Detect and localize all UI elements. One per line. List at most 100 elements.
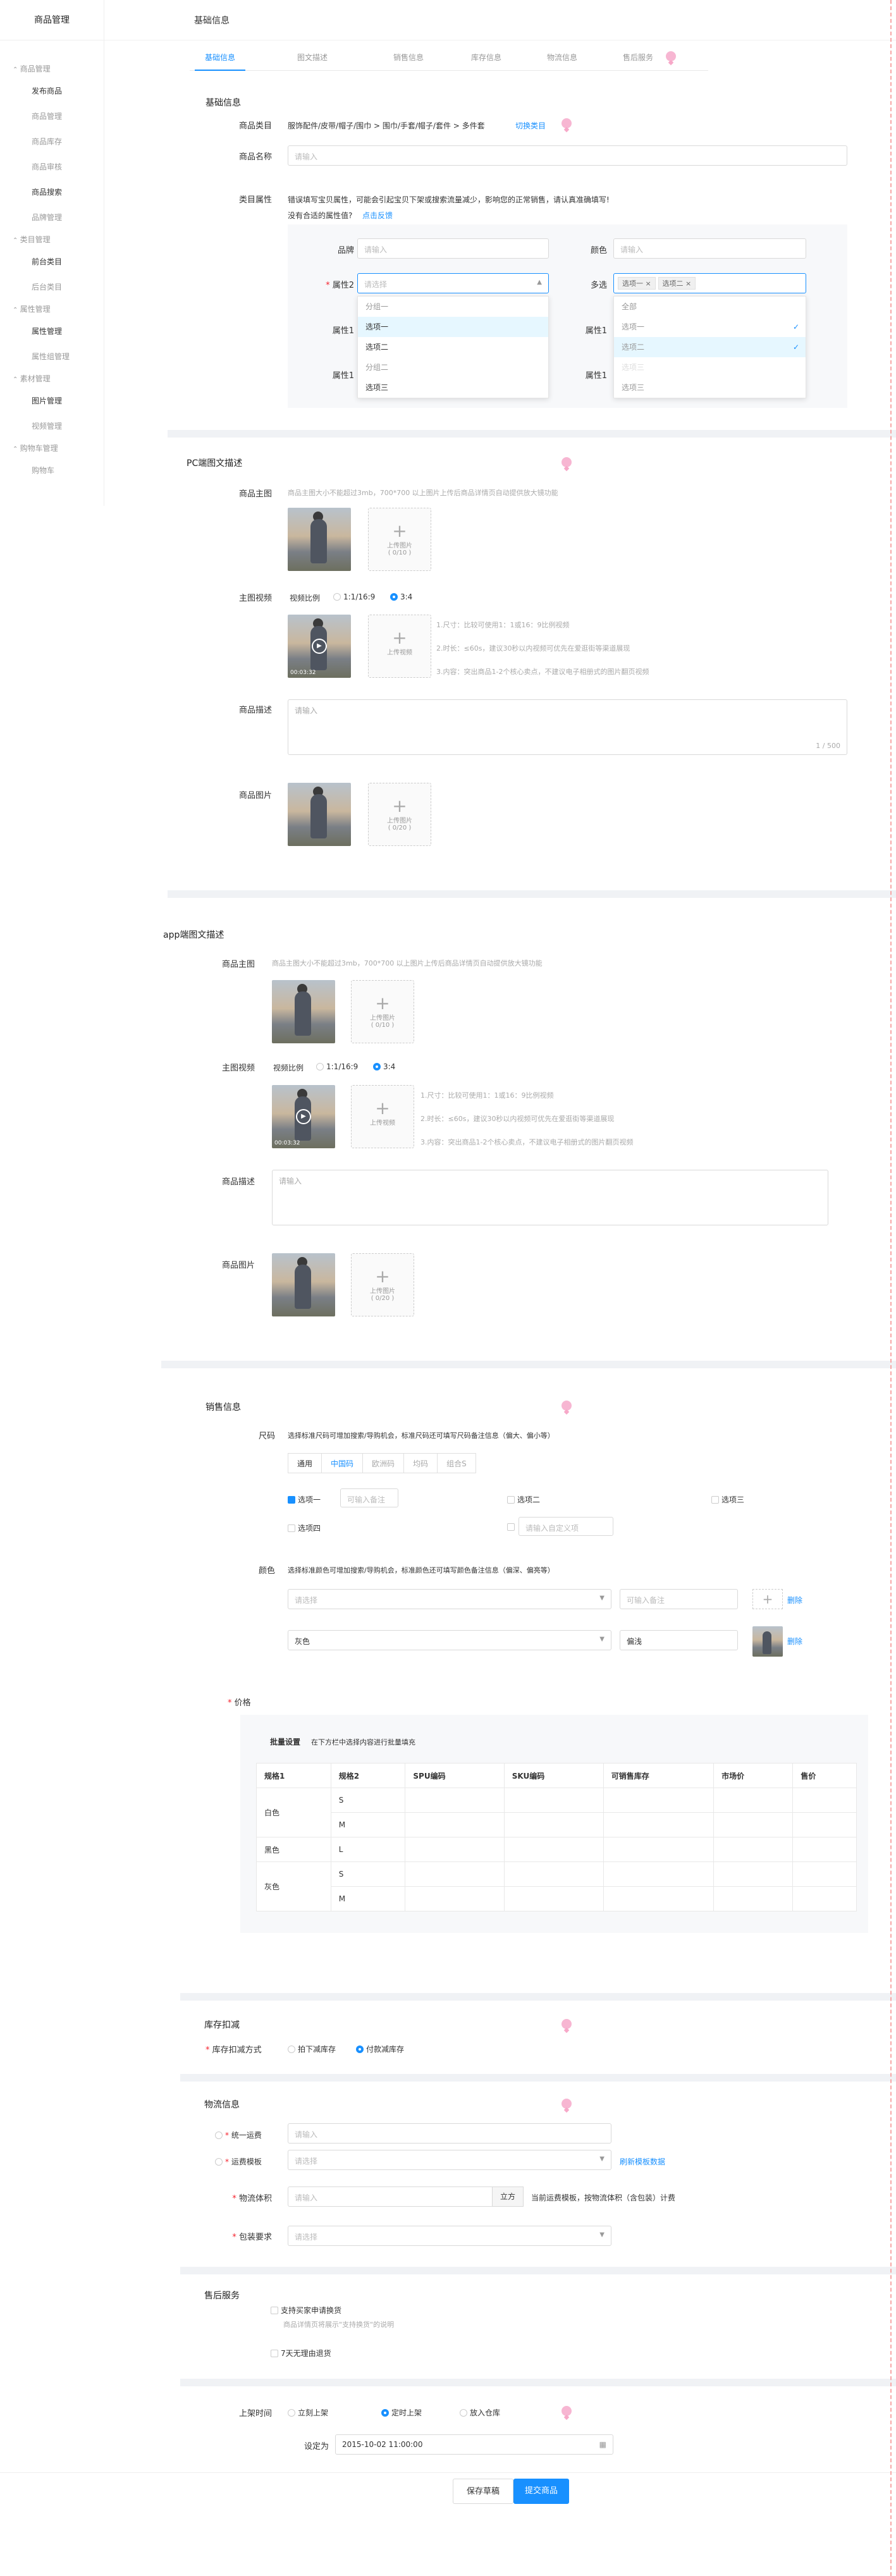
tab-sales[interactable]: 销售信息 [393,52,424,63]
video-thumbnail[interactable]: ▶ 00:03:32 [288,615,351,678]
return-option[interactable]: 7天无理由退货 [271,2348,331,2358]
sidebar-item-back-category[interactable]: 后台类目 [0,274,104,300]
color-note-input[interactable]: 可输入备注 [620,1589,738,1609]
color-note-filled[interactable]: 偏浅 [620,1630,738,1650]
freight-option[interactable]: 统一运费 [215,2130,262,2140]
save-draft-button[interactable]: 保存草稿 [453,2479,513,2504]
custom-option-input[interactable]: 请输入自定义项 [519,1517,613,1536]
switch-category-link[interactable]: 切换类目 [515,120,546,131]
pc-img-upload[interactable]: + 上传图片( 0/20 ) [368,783,431,846]
sidebar-item-cart[interactable]: 购物车 [0,458,104,483]
sku-cell[interactable] [503,1812,604,1837]
color-attr-input[interactable]: 请输入 [613,238,806,259]
sidebar-item-video[interactable]: 视频管理 [0,414,104,439]
delete-color-link[interactable]: 删除 [787,1595,802,1605]
pc-desc-textarea[interactable]: 请输入 1 / 500 [288,699,847,755]
spu-cell[interactable] [405,1886,505,1911]
dropdown-option[interactable]: 选项一 ✓ [614,317,806,337]
sku-cell[interactable] [503,1837,604,1862]
sidebar-group-material[interactable]: 素材管理 [0,369,104,388]
color-select[interactable]: 请选择 ▼ [288,1589,611,1609]
sidebar-group-attr[interactable]: 属性管理 [0,300,104,319]
exchange-option[interactable]: 支持买家申请换货 [271,2305,341,2315]
stock-cell[interactable] [603,1812,715,1837]
tab-logistics[interactable]: 物流信息 [547,52,577,63]
app-ratio-option-a[interactable]: 1:1/16:9 [316,1062,358,1071]
shelf-option-a[interactable]: 立刻上架 [288,2407,328,2418]
product-thumbnail[interactable] [288,508,351,571]
stock-cell[interactable] [603,1861,715,1887]
app-main-upload[interactable]: + 上传图片( 0/10 ) [351,980,414,1043]
size-tab[interactable]: 均码 [404,1454,438,1473]
attr2-select[interactable]: 请选择 ▲ [357,273,549,293]
tab-aftersale[interactable]: 售后服务 [623,52,653,63]
freight-input[interactable]: 请输入 [288,2123,611,2144]
pc-ratio-option-b[interactable]: 3:4 [390,592,412,601]
size-tab[interactable]: 通用 [288,1454,322,1473]
spu-cell[interactable] [405,1837,505,1862]
size-tab[interactable]: 欧洲码 [363,1454,405,1473]
product-name-input[interactable]: 请输入 [288,145,847,166]
tab-basic[interactable]: 基础信息 [205,52,235,63]
tab-stock[interactable]: 库存信息 [471,52,501,63]
dropdown-option[interactable]: 选项三 [358,377,548,398]
delete-color-link[interactable]: 删除 [787,1636,802,1647]
datetime-picker[interactable]: 2015-10-02 11:00:00 ▦ [335,2434,613,2455]
price-cell[interactable] [792,1861,857,1887]
multi-tag[interactable]: 选项二 × [658,277,696,290]
size-option[interactable]: 选项一 [288,1494,321,1505]
attr-feedback-link[interactable]: 点击反馈 [362,210,393,221]
sku-cell[interactable] [503,1788,604,1813]
dropdown-option[interactable]: 选项三 [614,357,806,377]
market-price-cell[interactable] [713,1812,794,1837]
spu-cell[interactable] [405,1812,505,1837]
multi-tag[interactable]: 选项一 × [618,277,656,290]
app-video-upload[interactable]: + 上传视频 [351,1085,414,1148]
sidebar-item-attr[interactable]: 属性管理 [0,319,104,344]
sidebar-group-goods[interactable]: 商品管理 [0,59,104,78]
submit-button[interactable]: 提交商品 [513,2479,569,2504]
size-tab[interactable]: 中国码 [322,1454,364,1473]
size-note-input[interactable]: 可输入备注 [340,1488,398,1507]
sku-cell[interactable] [503,1861,604,1887]
size-option[interactable]: 选项二 [507,1494,540,1505]
market-price-cell[interactable] [713,1837,794,1862]
pc-main-upload[interactable]: + 上传图片( 0/10 ) [368,508,431,571]
color-swatch-image[interactable] [752,1626,783,1657]
volume-input[interactable]: 请输入 [288,2187,493,2207]
sku-cell[interactable] [503,1886,604,1911]
sidebar-item-attr-group[interactable]: 属性组管理 [0,344,104,369]
pack-select[interactable]: 请选择 ▼ [288,2226,611,2246]
brand-input[interactable]: 请输入 [357,238,549,259]
price-cell[interactable] [792,1837,857,1862]
sidebar-item-front-category[interactable]: 前台类目 [0,249,104,274]
sidebar-item-brand[interactable]: 品牌管理 [0,205,104,230]
template-select[interactable]: 请选择 ▼ [288,2150,611,2170]
template-option[interactable]: 运费模板 [215,2156,262,2167]
spu-cell[interactable] [405,1788,505,1813]
sidebar-group-category[interactable]: 类目管理 [0,230,104,249]
dropdown-option[interactable]: 选项一 [358,317,548,337]
stock-cell[interactable] [603,1886,715,1911]
app-ratio-option-b[interactable]: 3:4 [373,1062,395,1071]
multi-select[interactable]: 选项一 × 选项二 × [613,273,806,293]
sidebar-item-publish[interactable]: 发布商品 [0,78,104,104]
dropdown-option[interactable]: 选项三 [614,377,806,398]
sidebar-item-audit[interactable]: 商品审核 [0,154,104,180]
price-cell[interactable] [792,1812,857,1837]
stock-cell[interactable] [603,1788,715,1813]
price-cell[interactable] [792,1886,857,1911]
sidebar-item-goods[interactable]: 商品管理 [0,104,104,129]
spu-cell[interactable] [405,1861,505,1887]
sidebar-item-image[interactable]: 图片管理 [0,388,104,414]
sidebar-item-search[interactable]: 商品搜索 [0,180,104,205]
custom-option[interactable] [507,1523,517,1531]
color-select-filled[interactable]: 灰色 ▼ [288,1630,611,1650]
stock-option-a[interactable]: 拍下减库存 [288,2044,336,2054]
pc-ratio-option-a[interactable]: 1:1/16:9 [333,592,375,601]
size-option[interactable]: 选项三 [711,1494,744,1505]
app-desc-textarea[interactable]: 请输入 [272,1170,828,1225]
price-cell[interactable] [792,1788,857,1813]
product-thumbnail[interactable] [272,980,335,1043]
market-price-cell[interactable] [713,1886,794,1911]
